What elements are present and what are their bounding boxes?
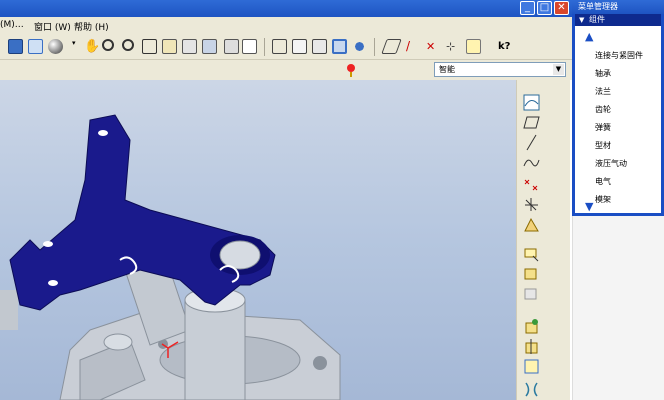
reorient-icon[interactable]	[162, 39, 177, 54]
layers-icon[interactable]	[202, 39, 217, 54]
point-icon[interactable]	[523, 176, 540, 193]
menu-item-gears[interactable]: 齿轮	[595, 104, 611, 115]
refit-icon[interactable]	[142, 39, 157, 54]
model-part-cap	[103, 333, 133, 351]
filter-toolbar: 智能 ▼	[0, 60, 572, 80]
menu-manager-box: ▼ 组件 ▲ 连接与紧固件 轴承 法兰 齿轮 弹簧 型材 液压气动 电气 模架 …	[572, 14, 664, 216]
feature-toolbar	[516, 80, 570, 400]
sketch-icon[interactable]	[523, 94, 540, 111]
menu-bar: (M)… 窗口 (W) 帮助 (H)	[0, 17, 572, 34]
model-part-bolt-hole	[48, 280, 58, 286]
selection-filter-value: 智能	[439, 65, 455, 74]
menu-item-flanges[interactable]: 法兰	[595, 86, 611, 97]
menu-item-window[interactable]: 窗口 (W)	[34, 20, 71, 33]
model-part-bolt-hole	[98, 130, 108, 136]
graphics-viewport[interactable]	[0, 80, 516, 400]
model-part-hole	[313, 356, 327, 370]
merge-icon[interactable]	[523, 358, 540, 375]
window-titlebar: _ □ ✕	[0, 0, 572, 17]
chevron-down-icon[interactable]: ▼	[553, 64, 564, 75]
menu-item-electrical[interactable]: 电气	[595, 176, 611, 187]
menu-item-partial[interactable]: (M)…	[0, 20, 24, 30]
datum-plane-icon[interactable]	[381, 39, 402, 54]
curve-icon[interactable]	[523, 154, 540, 171]
triangle-down-icon: ▼	[579, 16, 585, 24]
menu-item-hydraulic[interactable]: 液压气动	[595, 158, 627, 169]
selection-filter-dropdown[interactable]: 智能 ▼	[434, 62, 566, 77]
create-component-icon[interactable]	[523, 266, 540, 283]
csys-icon[interactable]: ⊹	[446, 39, 461, 54]
toolbar-separator	[264, 38, 265, 56]
plane-icon[interactable]	[523, 114, 540, 131]
maximize-button[interactable]: □	[537, 1, 552, 15]
menu-item-profiles[interactable]: 型材	[595, 140, 611, 151]
datum-point-icon[interactable]: ✕	[426, 39, 441, 54]
help-icon[interactable]: k?	[498, 39, 513, 54]
menu-item-springs[interactable]: 弹簧	[595, 122, 611, 133]
menu-section-label: 组件	[589, 15, 605, 24]
menu-item-fasteners[interactable]: 连接与紧固件	[595, 50, 643, 61]
package-icon[interactable]	[523, 286, 540, 303]
datum-display-icon[interactable]	[352, 39, 367, 54]
annotation-icon[interactable]	[466, 39, 481, 54]
repaint-icon[interactable]	[8, 39, 23, 54]
scroll-up-icon[interactable]: ▲	[585, 30, 593, 43]
saved-views-icon[interactable]	[182, 39, 197, 54]
shading-icon[interactable]	[332, 39, 347, 54]
zoom-out-icon[interactable]	[122, 39, 134, 51]
pan-icon[interactable]: ✋	[84, 39, 100, 54]
scroll-down-icon[interactable]: ▼	[585, 200, 593, 213]
no-hidden-icon[interactable]	[312, 39, 327, 54]
model-part-post	[0, 290, 18, 330]
axis-icon[interactable]	[523, 134, 540, 151]
display-style-icon[interactable]	[48, 39, 63, 54]
assembly-model	[0, 114, 341, 400]
chevron-down-icon[interactable]: ▾	[72, 39, 78, 54]
menu-manager-title: 菜单管理器	[572, 0, 664, 14]
screen: _ □ ✕ (M)… 窗口 (W) 帮助 (H) ▾ ✋ / ✕ ⊹ k? 智能…	[0, 0, 664, 400]
spin-center-icon[interactable]	[28, 39, 43, 54]
model-part-column	[184, 299, 246, 400]
menu-item-moldbase[interactable]: 模架	[595, 194, 611, 205]
repeat-icon[interactable]	[523, 318, 540, 335]
menu-manager-empty-area	[572, 216, 664, 400]
mirror-icon[interactable]	[523, 338, 540, 355]
menu-manager-panel: 菜单管理器 ▼ 组件 ▲ 连接与紧固件 轴承 法兰 齿轮 弹簧 型材 液压气动 …	[572, 0, 664, 400]
view-manager-icon[interactable]	[224, 39, 239, 54]
minimize-button[interactable]: _	[520, 1, 535, 15]
model-part-bolt-hole	[43, 241, 53, 247]
datum-axis-icon[interactable]: /	[406, 39, 421, 54]
main-toolbar: ▾ ✋ / ✕ ⊹ k?	[0, 34, 572, 60]
menu-section-header[interactable]: ▼ 组件	[575, 14, 661, 26]
hidden-line-icon[interactable]	[292, 39, 307, 54]
model-part-pin	[219, 240, 261, 270]
toolbar-separator	[374, 38, 375, 56]
menu-item-bearings[interactable]: 轴承	[595, 68, 611, 79]
model-tree-icon[interactable]	[242, 39, 257, 54]
close-button[interactable]: ✕	[554, 1, 569, 15]
datum-icon[interactable]	[523, 380, 540, 397]
wireframe-icon[interactable]	[272, 39, 287, 54]
menu-item-help[interactable]: 帮助 (H)	[74, 20, 109, 33]
coord-icon[interactable]	[523, 196, 540, 213]
zoom-in-icon[interactable]	[102, 39, 114, 51]
analysis-icon[interactable]	[523, 216, 540, 233]
assemble-icon[interactable]	[523, 246, 540, 263]
light-icon[interactable]	[346, 63, 356, 77]
